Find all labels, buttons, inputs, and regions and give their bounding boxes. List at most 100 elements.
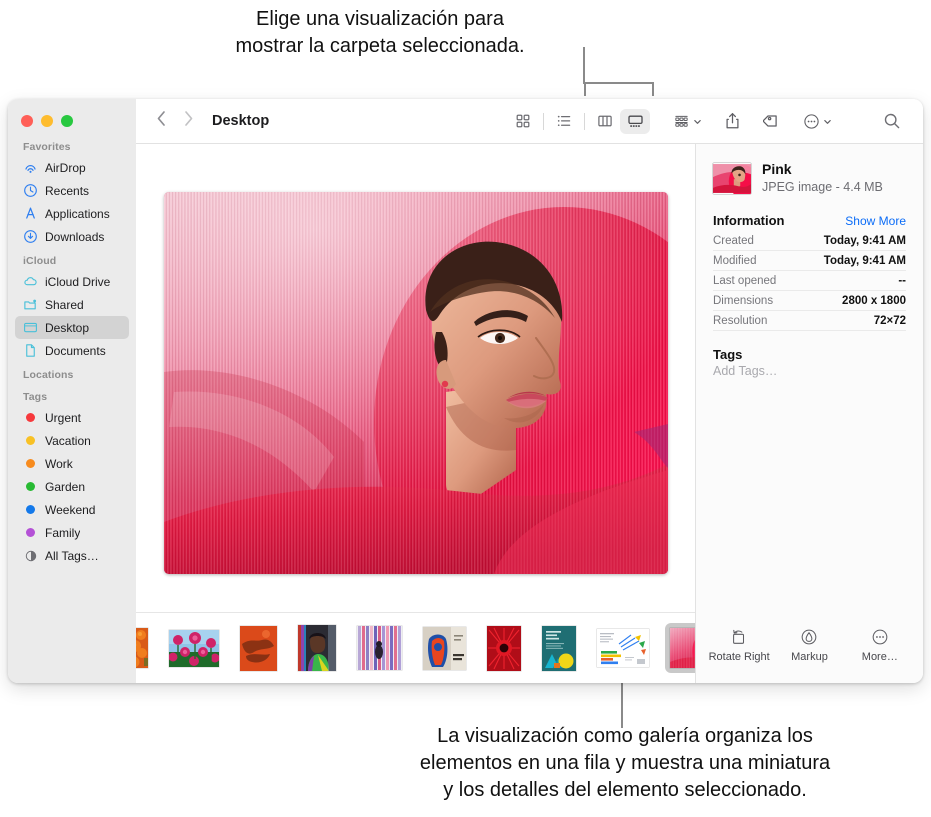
- document-icon: [23, 343, 38, 358]
- filmstrip-item-chart-document[interactable]: [592, 624, 654, 672]
- sidebar-item-label: Shared: [45, 297, 84, 312]
- info-value: 2800 x 1800: [842, 295, 906, 307]
- add-tags-field[interactable]: Add Tags…: [713, 364, 906, 378]
- toolbar-separator: [584, 112, 585, 130]
- thumbnail-image: [670, 628, 695, 668]
- sidebar-item-urgent[interactable]: Urgent: [15, 406, 129, 429]
- zoom-button[interactable]: [61, 115, 73, 127]
- action-label: Rotate Right: [708, 651, 770, 663]
- sidebar: Favorites AirDrop Recents Applications D…: [8, 99, 136, 683]
- inspector-content: Pink JPEG image - 4.4 MB Information Sho…: [696, 144, 923, 613]
- sidebar-item-label: Weekend: [45, 502, 96, 517]
- minimize-button[interactable]: [41, 115, 53, 127]
- sidebar-item-weekend[interactable]: Weekend: [15, 498, 129, 521]
- all-tags-icon: [23, 548, 38, 563]
- group-items-button[interactable]: [673, 113, 702, 130]
- sidebar-item-vacation[interactable]: Vacation: [15, 429, 129, 452]
- sidebar-item-label: Downloads: [45, 229, 105, 244]
- sidebar-item-label: Urgent: [45, 410, 82, 425]
- info-value: Today, 9:41 AM: [823, 255, 906, 267]
- sidebar-item-recents[interactable]: Recents: [15, 179, 129, 202]
- file-meta: JPEG image - 4.4 MB: [762, 180, 883, 194]
- sidebar-section-tags: Tags: [23, 391, 48, 403]
- top-callout-bracket-bar: [584, 82, 654, 84]
- close-button[interactable]: [21, 115, 33, 127]
- sidebar-item-garden[interactable]: Garden: [15, 475, 129, 498]
- file-name: Pink: [762, 161, 792, 177]
- sidebar-item-label: Applications: [45, 206, 110, 221]
- window-body: Pink JPEG image - 4.4 MB Information Sho…: [136, 144, 923, 683]
- column-view-button[interactable]: [590, 109, 620, 134]
- more-ellipsis-icon: [871, 627, 889, 646]
- file-header: Pink JPEG image - 4.4 MB: [713, 161, 906, 195]
- bottom-annotation-text: La visualización como galería organiza l…: [419, 725, 831, 801]
- search-button[interactable]: [883, 99, 901, 143]
- sidebar-section-favorites: Favorites: [23, 141, 71, 153]
- window-content: Desktop Pink JPEG image - 4.4 MB Informa…: [136, 99, 923, 683]
- action-label: Markup: [791, 651, 828, 663]
- inspector-panel: Pink JPEG image - 4.4 MB Information Sho…: [695, 144, 923, 683]
- sidebar-item-label: Documents: [45, 343, 106, 358]
- sidebar-item-downloads[interactable]: Downloads: [15, 225, 129, 248]
- info-value: 72×72: [873, 315, 906, 327]
- sidebar-item-label: AirDrop: [45, 160, 86, 175]
- filmstrip-item-pink-flowers[interactable]: [164, 625, 224, 672]
- tag-dot-icon: [23, 502, 38, 517]
- preview-image[interactable]: [163, 192, 668, 574]
- more-actions-button[interactable]: [803, 113, 832, 130]
- sidebar-item-icloud-drive[interactable]: iCloud Drive: [15, 270, 129, 293]
- tag-dot-icon: [23, 410, 38, 425]
- back-arrow-icon[interactable]: [156, 110, 167, 132]
- filmstrip-item-orange-hands[interactable]: [235, 621, 282, 676]
- thumbnail-image: [357, 626, 402, 670]
- sidebar-item-work[interactable]: Work: [15, 452, 129, 475]
- sidebar-item-desktop[interactable]: Desktop: [15, 316, 129, 339]
- file-info: Pink JPEG image - 4.4 MB: [762, 161, 883, 195]
- rotate-right-icon: [730, 627, 748, 646]
- sidebar-item-all-tags[interactable]: All Tags…: [15, 544, 129, 567]
- filmstrip[interactable]: [136, 612, 695, 683]
- finder-window: Favorites AirDrop Recents Applications D…: [8, 99, 923, 683]
- filmstrip-item-portrait-stripes[interactable]: [293, 620, 341, 676]
- filmstrip-item-marketing-plan[interactable]: [537, 621, 581, 676]
- tags-section-title: Tags: [713, 347, 743, 362]
- filmstrip-item-tomatoes[interactable]: [136, 623, 153, 673]
- tags-button[interactable]: [763, 112, 781, 130]
- filmstrip-item-red-flower[interactable]: [482, 621, 526, 676]
- chevron-down-icon: [824, 119, 831, 124]
- information-title: Information: [713, 213, 785, 228]
- sidebar-item-airdrop[interactable]: AirDrop: [15, 156, 129, 179]
- sidebar-item-documents[interactable]: Documents: [15, 339, 129, 362]
- info-row-resolution: Resolution 72×72: [713, 311, 906, 331]
- preview-column: [136, 144, 695, 683]
- sidebar-item-label: Work: [45, 456, 73, 471]
- rotate-right-button[interactable]: Rotate Right: [706, 627, 772, 663]
- forward-arrow-icon[interactable]: [183, 110, 194, 132]
- navigation-arrows: [136, 110, 194, 132]
- top-callout-bracket-right: [652, 82, 654, 96]
- cloud-icon: [23, 274, 38, 289]
- icon-view-button[interactable]: [508, 109, 538, 134]
- gallery-view-button[interactable]: [620, 108, 650, 134]
- filmstrip-item-pink-portrait[interactable]: [665, 623, 695, 673]
- sidebar-item-family[interactable]: Family: [15, 521, 129, 544]
- show-more-link[interactable]: Show More: [845, 214, 906, 228]
- share-button[interactable]: [724, 112, 741, 130]
- sidebar-item-shared[interactable]: Shared: [15, 293, 129, 316]
- toolbar-separator: [543, 112, 544, 130]
- sidebar-item-label: Garden: [45, 479, 86, 494]
- thumbnail-image: [136, 628, 148, 668]
- thumbnail-image: [597, 629, 649, 667]
- more-button[interactable]: More…: [847, 627, 913, 663]
- filmstrip-item-curtain-figure[interactable]: [352, 621, 407, 675]
- sidebar-item-applications[interactable]: Applications: [15, 202, 129, 225]
- sidebar-item-label: Desktop: [45, 320, 90, 335]
- information-section-header: Information Show More: [713, 213, 906, 228]
- markup-button[interactable]: Markup: [776, 627, 842, 663]
- thumbnail-image: [423, 626, 466, 670]
- tag-dot-icon: [23, 433, 38, 448]
- filmstrip-item-dress-poster[interactable]: [418, 622, 471, 675]
- action-label: More…: [861, 651, 898, 663]
- list-view-button[interactable]: [549, 109, 579, 134]
- sidebar-item-label: Family: [45, 525, 81, 540]
